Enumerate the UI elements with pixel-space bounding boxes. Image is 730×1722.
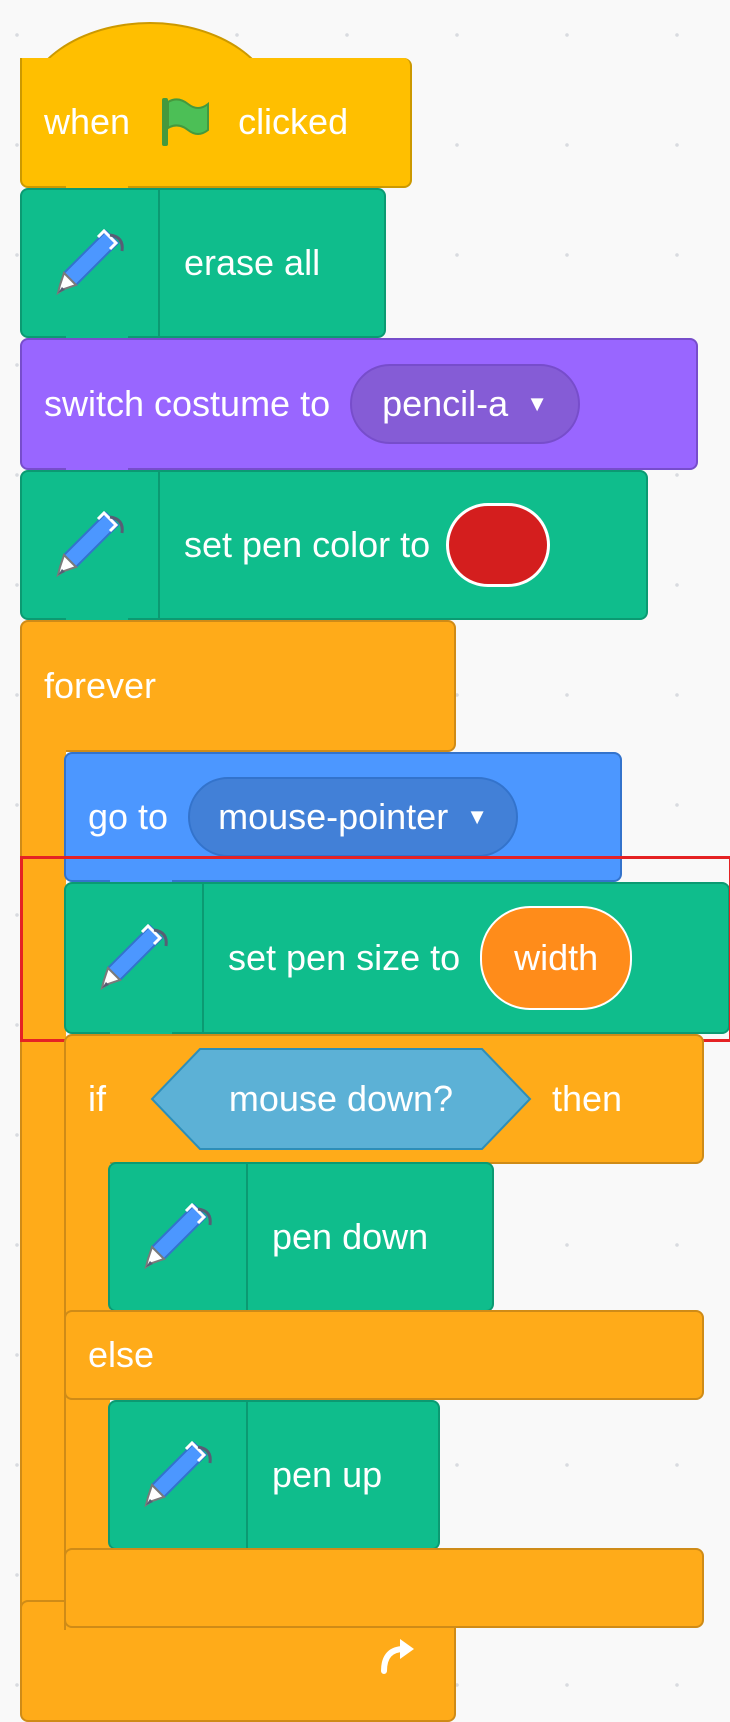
mouse-down-condition[interactable]: mouse down? [150,1047,532,1151]
pen-icon [110,1402,248,1548]
pen-down-label: pen down [272,1216,429,1257]
green-flag-icon [156,94,212,150]
if-label: if [88,1078,106,1119]
dropdown-arrow-icon: ▼ [466,804,488,829]
when-flag-clicked-block[interactable]: when clicked [20,58,412,188]
erase-all-block[interactable]: erase all [20,188,386,338]
switch-costume-label: switch costume to [44,383,331,424]
mouse-down-label: mouse down? [228,1078,454,1119]
set-pen-color-label: set pen color to [184,524,431,565]
then-label: then [552,1078,623,1119]
hat-suffix-label: clicked [238,101,349,142]
hat-prefix-label: when [44,101,131,142]
loop-arrow-icon [376,1635,420,1688]
switch-costume-block[interactable]: switch costume to pencil-a ▼ [20,338,698,470]
pen-icon [22,472,160,618]
costume-value: pencil-a [382,383,509,424]
go-to-target-value: mouse-pointer [218,796,449,837]
if-else-bottom [64,1548,704,1628]
erase-all-label: erase all [184,242,321,283]
pen-icon [110,1164,248,1310]
go-to-target-dropdown[interactable]: mouse-pointer ▼ [188,777,518,857]
costume-dropdown[interactable]: pencil-a ▼ [350,364,580,444]
pen-icon [22,190,160,336]
if-else-block[interactable]: if mouse down? then [64,1034,704,1164]
pen-up-label: pen up [272,1454,383,1495]
dropdown-arrow-icon: ▼ [526,391,548,416]
set-pen-color-block[interactable]: set pen color to [20,470,648,620]
forever-block[interactable]: forever [20,620,456,752]
go-to-label: go to [88,796,169,837]
forever-label: forever [44,665,157,706]
pen-color-swatch[interactable] [446,503,551,587]
else-label: else [88,1334,155,1375]
selection-highlight [20,856,730,1042]
pen-up-block[interactable]: pen up [108,1400,440,1550]
pen-down-block[interactable]: pen down [108,1162,494,1312]
else-section: else [64,1310,704,1400]
